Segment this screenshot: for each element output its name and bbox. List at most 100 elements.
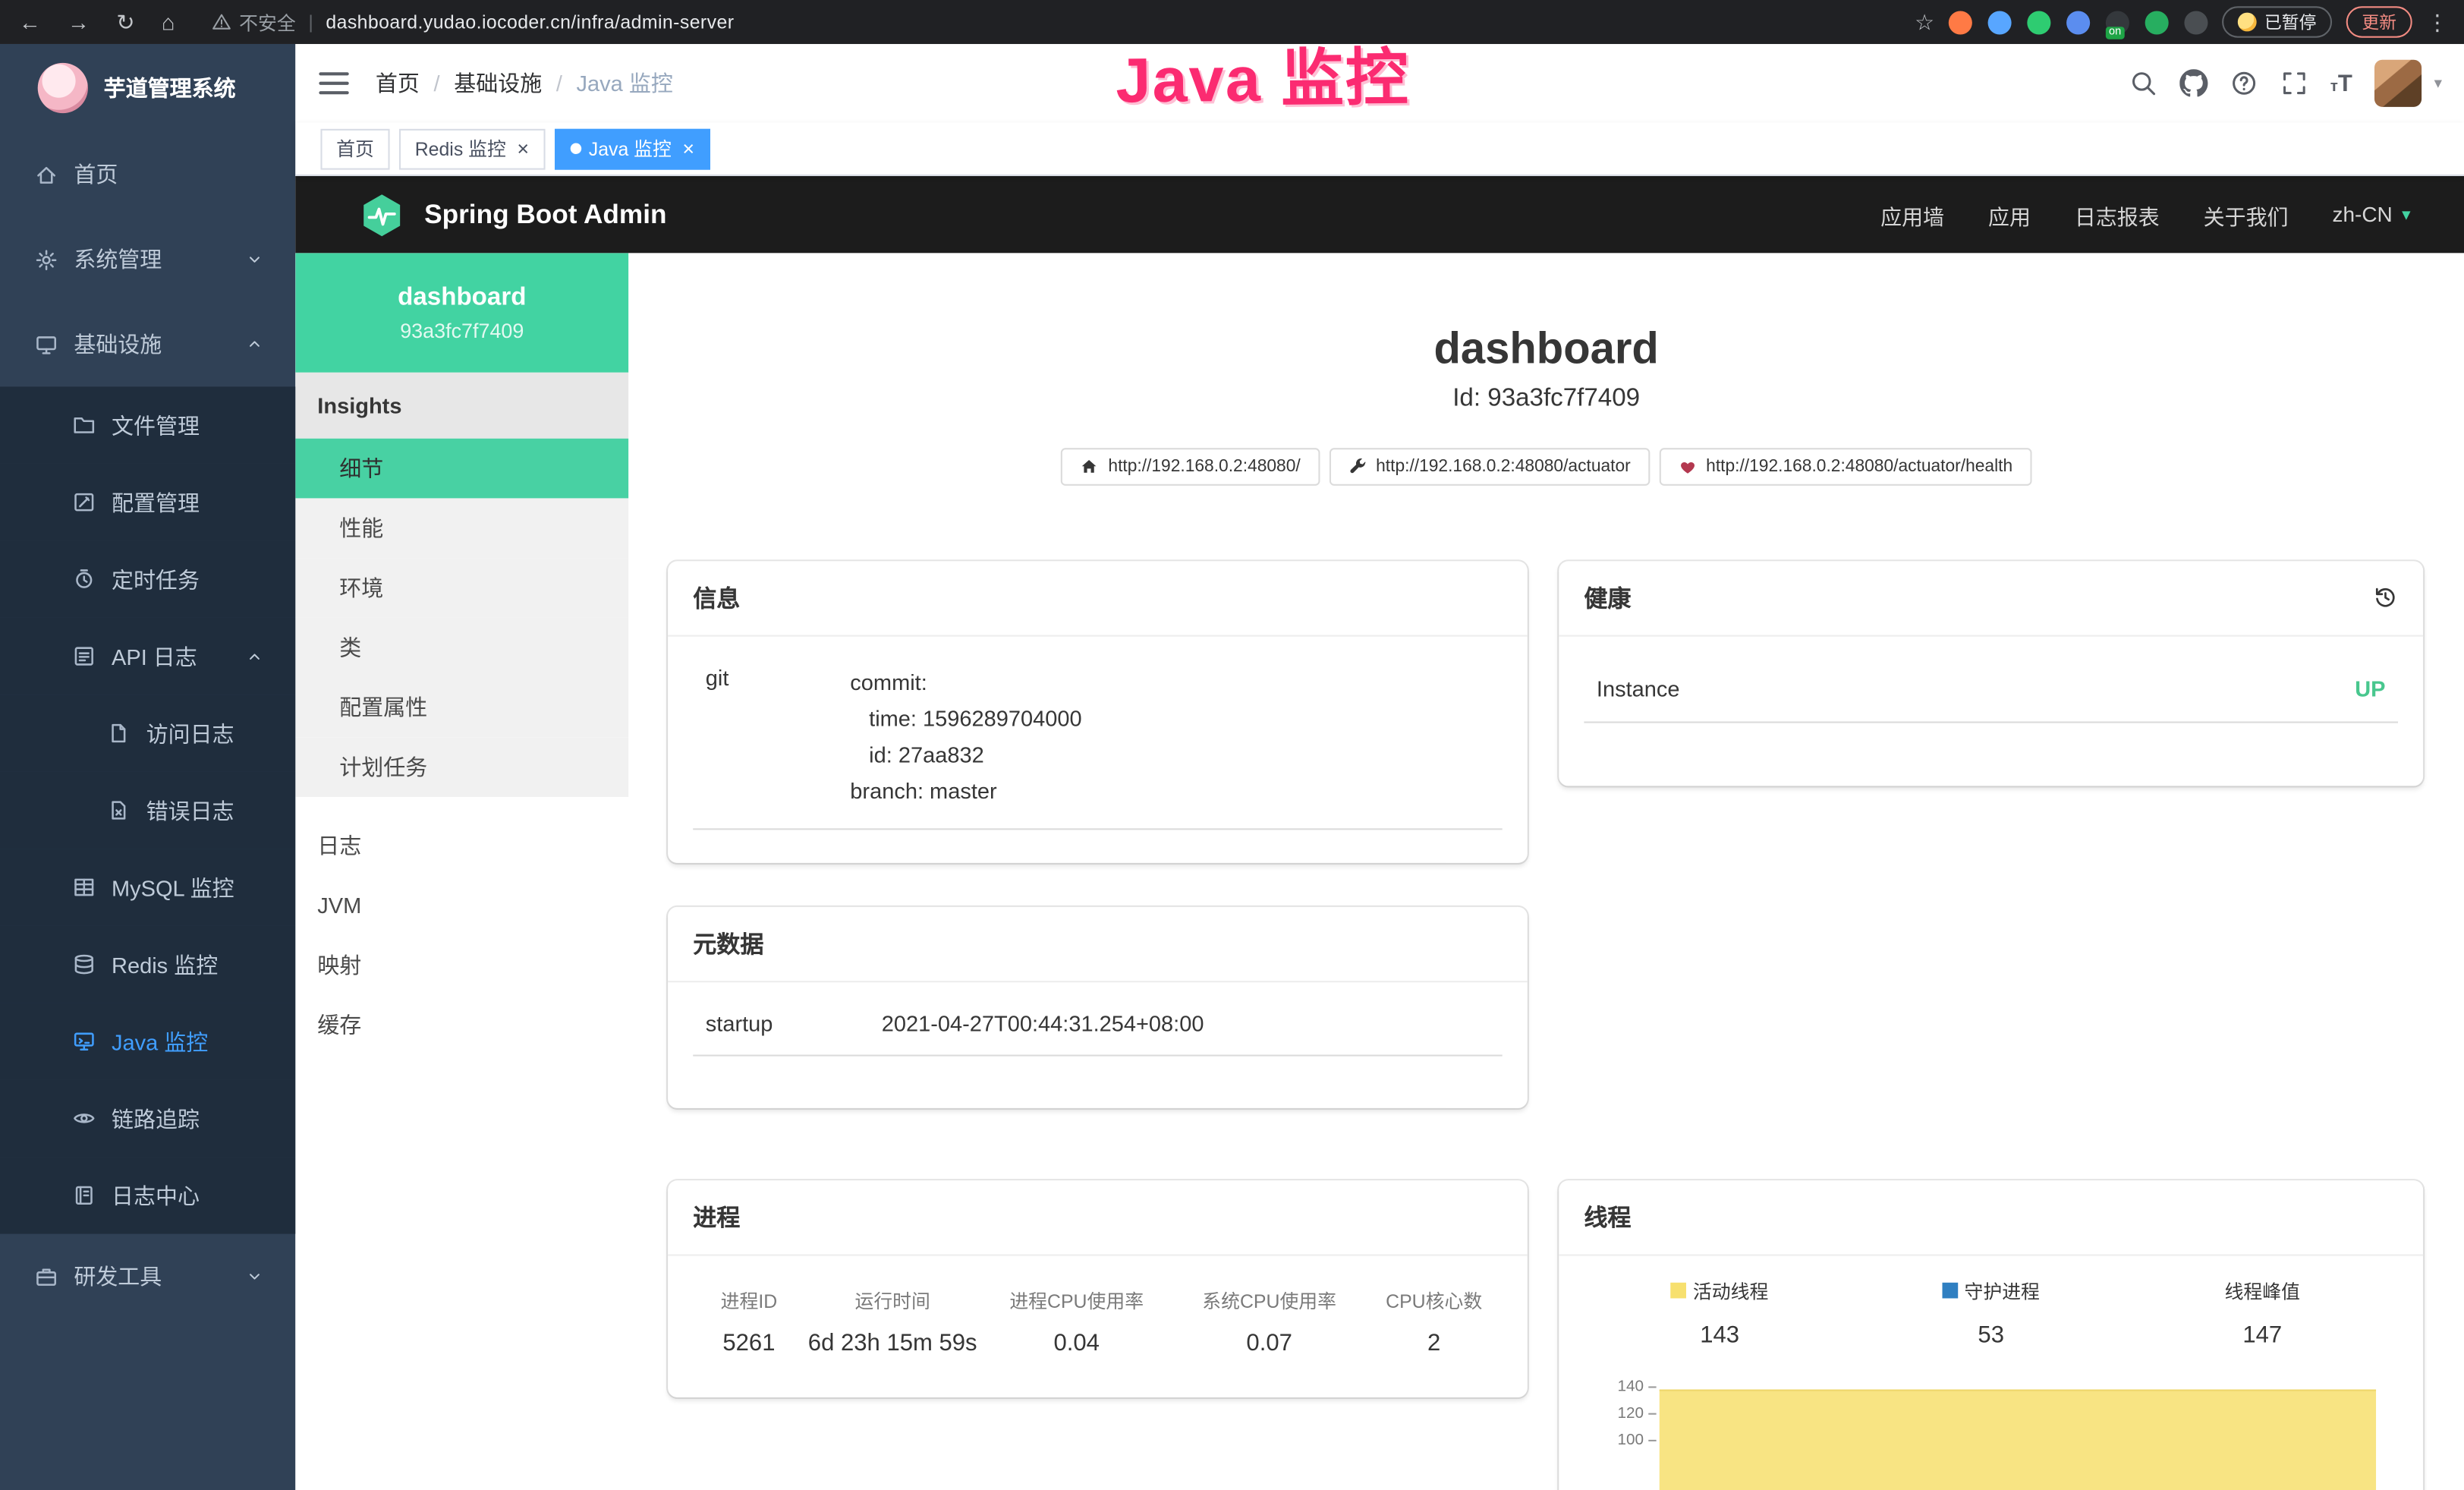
legend-value: 143: [1584, 1322, 1855, 1349]
process-col-header: 运行时间: [805, 1274, 980, 1323]
sba-sidebar-item-0[interactable]: 细节: [295, 439, 628, 499]
sidebar-item-6[interactable]: API 日志: [0, 618, 295, 695]
sidebar-item-8[interactable]: 错误日志: [0, 772, 295, 849]
user-avatar[interactable]: [2374, 60, 2422, 107]
info-card-title: 信息: [693, 581, 740, 613]
extension-grid-icon[interactable]: [2066, 10, 2090, 33]
extension-toggle-icon[interactable]: on: [2106, 10, 2129, 33]
update-button[interactable]: 更新: [2346, 6, 2412, 37]
extension-dark-icon[interactable]: [2184, 10, 2208, 33]
instance-link-1[interactable]: http://192.168.0.2:48080/actuator: [1329, 447, 1650, 485]
sidebar-item-3[interactable]: 文件管理: [0, 386, 295, 463]
back-icon[interactable]: ←: [19, 11, 41, 33]
sidebar-item-10[interactable]: Redis 监控: [0, 926, 295, 1003]
security-indicator[interactable]: 不安全: [212, 8, 296, 35]
sba-sidebar-item-1[interactable]: 性能: [295, 498, 628, 558]
sba-sidebar-item-5[interactable]: 计划任务: [295, 737, 628, 797]
search-icon[interactable]: [2129, 69, 2157, 97]
process-value: 0.07: [1173, 1323, 1366, 1372]
sidebar-item-7[interactable]: 访问日志: [0, 695, 295, 771]
sidebar-item-0[interactable]: 首页: [0, 132, 295, 217]
extension-green-icon[interactable]: [2027, 10, 2050, 33]
help-icon[interactable]: [2230, 69, 2258, 97]
sba-sidebar-item-2[interactable]: 环境: [295, 558, 628, 618]
access-log-icon: [107, 721, 131, 745]
health-row-label: Instance: [1597, 676, 1680, 701]
threads-legend: 活动线程143守护进程53线程峰值147: [1584, 1277, 2398, 1349]
tab-0[interactable]: 首页: [320, 128, 389, 169]
instance-header[interactable]: dashboard 93a3fc7f7409: [295, 253, 628, 372]
sidebar-item-label: 错误日志: [146, 795, 234, 826]
paused-badge[interactable]: 已暂停: [2222, 6, 2332, 37]
history-icon[interactable]: [2373, 585, 2398, 610]
git-info-line: time: 1596289704000: [850, 701, 1490, 737]
tab-close-icon[interactable]: ×: [682, 138, 694, 159]
instance-link-0[interactable]: http://192.168.0.2:48080/: [1061, 447, 1319, 485]
locale-select[interactable]: zh-CN▾: [2332, 203, 2410, 226]
on-badge: on: [2106, 26, 2124, 39]
fullscreen-icon[interactable]: [2280, 69, 2308, 97]
threads-chart: 140120100: [1584, 1374, 2398, 1490]
tab-2[interactable]: Java 监控×: [554, 128, 710, 169]
sba-sidebar-label-0[interactable]: 日志: [295, 816, 628, 876]
sidebar-item-4[interactable]: 配置管理: [0, 464, 295, 540]
warning-icon: [212, 13, 231, 32]
sba-nav-item-3[interactable]: 关于我们: [2204, 199, 2289, 230]
extension-orange-icon[interactable]: [1949, 10, 1972, 33]
sidebar-item-label: 首页: [74, 159, 118, 190]
process-value: 2: [1366, 1323, 1503, 1372]
sidebar-item-2[interactable]: 基础设施: [0, 302, 295, 387]
hamburger-icon[interactable]: [319, 72, 348, 94]
sba-sidebar-label-1[interactable]: JVM: [295, 875, 628, 935]
tab-close-icon[interactable]: ×: [517, 138, 529, 159]
sba-sidebar-item-3[interactable]: 类: [295, 618, 628, 678]
info-card: 信息 git commit:time: 1596289704000id: 27a…: [668, 560, 1528, 862]
sidebar-item-label: 基础设施: [74, 329, 162, 360]
sba-nav-item-0[interactable]: 应用墙: [1880, 199, 1944, 230]
instance-link-label: http://192.168.0.2:48080/actuator: [1376, 457, 1631, 476]
breadcrumb-item-2[interactable]: Java 监控: [577, 68, 673, 99]
sba-sidebar-item-4[interactable]: 配置属性: [295, 678, 628, 738]
sba-sidebar-label-2[interactable]: 映射: [295, 935, 628, 995]
sidebar-item-13[interactable]: 日志中心: [0, 1157, 295, 1233]
sba-brand[interactable]: Spring Boot Admin: [424, 199, 666, 230]
github-icon[interactable]: [2179, 69, 2208, 97]
tab-1[interactable]: Redis 监控×: [399, 128, 545, 169]
instance-links: http://192.168.0.2:48080/http://192.168.…: [628, 447, 2464, 485]
sidebar-item-14[interactable]: 研发工具: [0, 1234, 295, 1319]
bookmark-star-icon[interactable]: ☆: [1915, 11, 1934, 33]
sidebar-item-12[interactable]: 链路追踪: [0, 1080, 295, 1157]
home-icon[interactable]: ⌂: [162, 11, 175, 33]
font-size-icon[interactable]: тT: [2330, 70, 2352, 96]
url-bar[interactable]: dashboard.yudao.iocoder.cn/infra/admin-s…: [326, 11, 734, 33]
page-title: dashboard: [628, 323, 2464, 376]
smiley-icon: [2238, 13, 2257, 32]
home-link-icon: [1080, 457, 1099, 476]
kebab-menu-icon[interactable]: ⋮: [2426, 11, 2448, 33]
insights-items: 细节性能环境类配置属性计划任务: [295, 439, 628, 797]
sba-sidebar-label-3[interactable]: 缓存: [295, 995, 628, 1055]
threads-chart-area: [1660, 1390, 2376, 1490]
paused-label: 已暂停: [2264, 9, 2316, 34]
app-logo[interactable]: 芋道管理系统: [0, 44, 295, 132]
chevron-down-icon: [245, 250, 264, 269]
forward-icon[interactable]: →: [68, 11, 90, 33]
sidebar-item-11[interactable]: Java 监控: [0, 1003, 295, 1079]
sba-nav-item-1[interactable]: 应用: [1988, 199, 2031, 230]
process-card-title: 进程: [693, 1200, 740, 1233]
breadcrumb-item-0[interactable]: 首页: [376, 68, 420, 99]
refresh-icon[interactable]: ↻: [116, 11, 134, 33]
sidebar-item-5[interactable]: 定时任务: [0, 540, 295, 617]
extension-leaf-icon[interactable]: [2145, 10, 2169, 33]
sba-nav-item-2[interactable]: 日志报表: [2075, 199, 2160, 230]
extension-drop-icon[interactable]: [1988, 10, 2012, 33]
sidebar-item-9[interactable]: MySQL 监控: [0, 849, 295, 925]
instance-link-2[interactable]: http://192.168.0.2:48080/actuator/health: [1659, 447, 2031, 485]
browser-chrome: ← → ↻ ⌂ 不安全 | dashboard.yudao.iocoder.cn…: [0, 0, 2464, 44]
file-icon: [72, 414, 96, 437]
breadcrumb-item-1[interactable]: 基础设施: [454, 68, 542, 99]
browser-actions: ☆ on 已暂停 更新 ⋮: [1915, 6, 2464, 37]
timer-icon: [72, 568, 96, 591]
legend-swatch-icon: [1943, 1283, 1959, 1299]
sidebar-item-1[interactable]: 系统管理: [0, 217, 295, 302]
